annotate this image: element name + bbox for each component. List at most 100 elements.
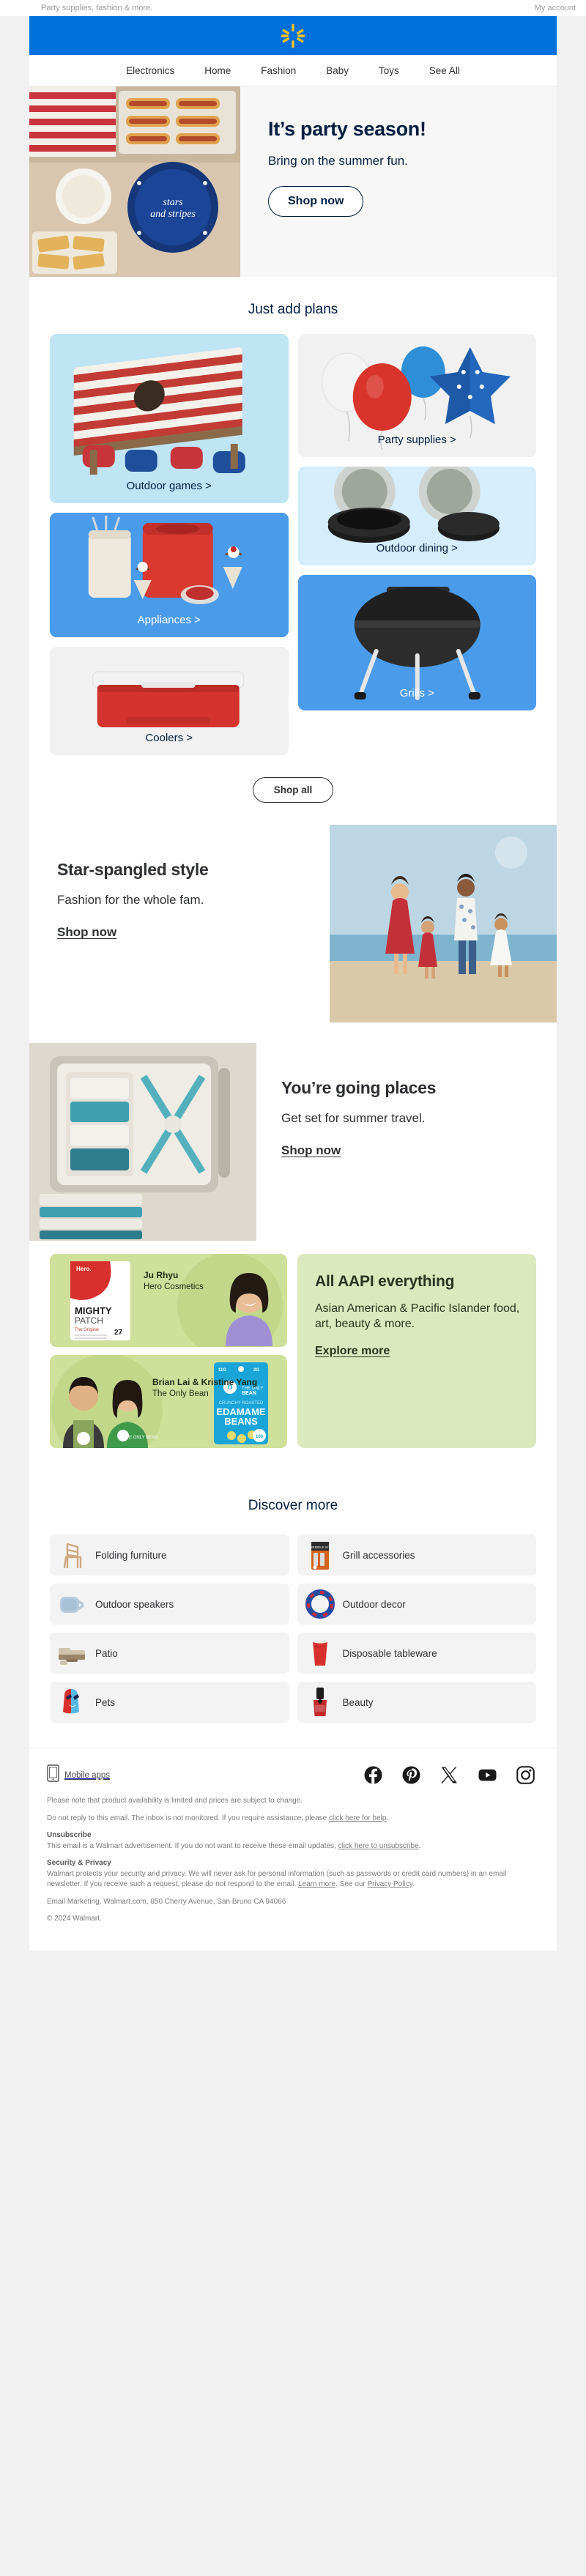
nav-item-toys[interactable]: Toys — [379, 65, 399, 76]
pinterest-icon[interactable] — [402, 1766, 420, 1784]
promo-going-places-link[interactable]: Shop now — [281, 1143, 341, 1158]
tiles-column-right: Party supplies > Outdoor dining > Grills… — [297, 334, 536, 710]
aapi-names-1: Ju Rhyu Hero Cosmetics — [144, 1270, 204, 1291]
discover-item-disposable-tableware[interactable]: Disposable tableware — [297, 1633, 536, 1674]
nav-item-electronics[interactable]: Electronics — [126, 65, 174, 76]
promo-star-spangled-headline: Star-spangled style — [57, 860, 209, 879]
walmart-spark-logo[interactable] — [281, 23, 305, 48]
aapi-layout: Hero. MIGHTY PATCH The Original 27 Ju Rh… — [50, 1254, 536, 1448]
unsubscribe-link[interactable]: click here to unsubscribe — [338, 1842, 419, 1850]
svg-text:11G: 11G — [218, 1368, 226, 1373]
email-body: Electronics Home Fashion Baby Toys See A… — [29, 16, 557, 1950]
learn-more-link[interactable]: Learn more — [298, 1880, 335, 1888]
aapi-brand-2: The Only Bean — [152, 1389, 209, 1398]
mobile-phone-icon — [47, 1764, 59, 1786]
pet-toy-thumb-icon — [56, 1685, 89, 1719]
unsubscribe-heading: Unsubscribe — [47, 1831, 92, 1839]
tile-grills[interactable]: Grills > — [297, 575, 536, 710]
hero-banner: stars and stripes It’s party season! Bri… — [29, 86, 557, 277]
facebook-icon[interactable] — [364, 1766, 382, 1784]
shop-all-row: Shop all — [29, 761, 557, 825]
discover-item-outdoor-speakers[interactable]: Outdoor speakers — [50, 1584, 289, 1625]
promo-going-places-headline: You’re going places — [281, 1078, 437, 1097]
category-nav: Electronics Home Fashion Baby Toys See A… — [29, 55, 557, 86]
svg-text:The Original: The Original — [75, 1328, 99, 1332]
shop-all-button[interactable]: Shop all — [252, 777, 334, 803]
aapi-card-hero-cosmetics[interactable]: Hero. MIGHTY PATCH The Original 27 Ju Rh… — [50, 1254, 287, 1347]
unsubscribe-suffix: . — [418, 1841, 421, 1850]
privacy-block: Security & Privacy Walmart protects your… — [47, 1858, 539, 1890]
privacy-heading: Security & Privacy — [47, 1859, 111, 1867]
discover-item-pets[interactable]: Pets — [50, 1682, 289, 1723]
aapi-headline: All AAPI everything — [315, 1273, 455, 1290]
email-footer: Mobile apps Please note that product ava… — [29, 1748, 557, 1950]
tile-label-outdoor-games: Outdoor games > — [126, 480, 212, 492]
nav-item-fashion[interactable]: Fashion — [261, 65, 296, 76]
patriotic-wreath-thumb-icon — [303, 1587, 337, 1621]
tile-appliances[interactable]: Appliances > — [50, 513, 289, 637]
nav-item-baby[interactable]: Baby — [326, 65, 349, 76]
my-account-link[interactable]: My account — [535, 4, 576, 12]
tile-coolers[interactable]: Coolers > — [50, 647, 289, 755]
footer-top-row: Mobile apps — [47, 1760, 539, 1796]
promo-star-spangled: Star-spangled style Fashion for the whol… — [29, 825, 557, 1022]
bluetooth-speaker-thumb-icon — [56, 1587, 89, 1621]
aapi-person-name-1: Ju Rhyu — [144, 1270, 179, 1280]
youtube-icon[interactable] — [478, 1766, 497, 1784]
nav-item-home[interactable]: Home — [204, 65, 231, 76]
svg-text:GRIDDLE KIT: GRIDDLE KIT — [309, 1545, 330, 1549]
category-tiles-grid: Outdoor games > Appliances > Coolers > P… — [50, 334, 536, 755]
tile-label-outdoor-dining: Outdoor dining > — [376, 542, 458, 554]
nav-item-see-all[interactable]: See All — [429, 65, 460, 76]
tiles-column-left: Outdoor games > Appliances > Coolers > — [50, 334, 289, 755]
hero-shop-now-button[interactable]: Shop now — [268, 185, 364, 217]
promo-spacer — [29, 1022, 557, 1043]
discover-item-folding-furniture[interactable]: Folding furniture — [50, 1534, 289, 1575]
svg-text:Hero.: Hero. — [76, 1266, 91, 1272]
svg-text:27: 27 — [114, 1329, 123, 1337]
aapi-card-the-only-bean[interactable]: E ONLY BEAN 11G 2G O THE ONLY BEAN CRUNC… — [50, 1355, 287, 1448]
aapi-explore-more-link[interactable]: Explore more — [315, 1345, 390, 1358]
griddle-kit-thumb-icon: GRIDDLE KIT — [303, 1538, 337, 1572]
discover-label-outdoor-speakers: Outdoor speakers — [95, 1598, 174, 1610]
svg-text:BEANS: BEANS — [224, 1416, 258, 1427]
discover-item-beauty[interactable]: Beauty — [297, 1682, 536, 1723]
svg-text:and stripes: and stripes — [150, 209, 196, 220]
instagram-icon[interactable] — [516, 1766, 535, 1784]
help-link[interactable]: click here for help — [329, 1814, 386, 1822]
packed-suitcase-photo-art — [29, 1043, 256, 1241]
aapi-person-name-2: Brian Lai & Kristine Yang — [152, 1377, 258, 1387]
copyright-notice: © 2024 Walmart. — [47, 1915, 102, 1923]
tile-party-supplies[interactable]: Party supplies > — [297, 334, 536, 457]
noreply-prefix: Do not reply to this email. The inbox is… — [47, 1814, 330, 1822]
hero-headline: It’s party season! — [268, 118, 426, 140]
aapi-body: Asian American & Pacific Islander food, … — [315, 1302, 520, 1331]
hero-copy: It’s party season! Bring on the summer f… — [240, 86, 557, 277]
privacy-body: Walmart protects your security and priva… — [47, 1869, 507, 1889]
promo-star-spangled-image — [330, 825, 557, 1022]
edamame-beans-product-art: E ONLY BEAN 11G 2G O THE ONLY BEAN CRUNC… — [50, 1355, 287, 1448]
mobile-apps-link[interactable]: Mobile apps — [47, 1764, 110, 1786]
mobile-apps-label: Mobile apps — [64, 1770, 111, 1780]
privacy-policy-link[interactable]: Privacy Policy — [367, 1880, 412, 1888]
email-canvas: Electronics Home Fashion Baby Toys See A… — [0, 16, 586, 1950]
discover-item-outdoor-decor[interactable]: Outdoor decor — [297, 1584, 536, 1625]
promo-star-spangled-link[interactable]: Shop now — [57, 925, 116, 940]
discover-item-grill-accessories[interactable]: GRIDDLE KIT Grill accessories — [297, 1534, 536, 1575]
promo-star-spangled-body: Fashion for the whole fam. — [57, 893, 204, 907]
tile-label-grills: Grills > — [399, 687, 434, 699]
discover-label-pets: Pets — [95, 1696, 116, 1708]
discover-more-title: Discover more — [29, 1473, 557, 1530]
party-table-illustration: stars and stripes — [29, 86, 240, 277]
promo-going-places-image — [29, 1043, 256, 1241]
discover-label-grill-accessories: Grill accessories — [342, 1549, 415, 1561]
svg-text:2G: 2G — [253, 1368, 259, 1373]
patio-sectional-thumb-icon — [56, 1636, 89, 1670]
discover-item-patio[interactable]: Patio — [50, 1633, 289, 1674]
brand-header — [29, 16, 557, 55]
tile-outdoor-dining[interactable]: Outdoor dining > — [297, 467, 536, 565]
x-twitter-icon[interactable] — [440, 1766, 459, 1784]
unsubscribe-block: Unsubscribe This email is a Walmart adve… — [47, 1830, 539, 1852]
tile-outdoor-games[interactable]: Outdoor games > — [50, 334, 289, 503]
tile-label-appliances: Appliances > — [137, 614, 201, 626]
